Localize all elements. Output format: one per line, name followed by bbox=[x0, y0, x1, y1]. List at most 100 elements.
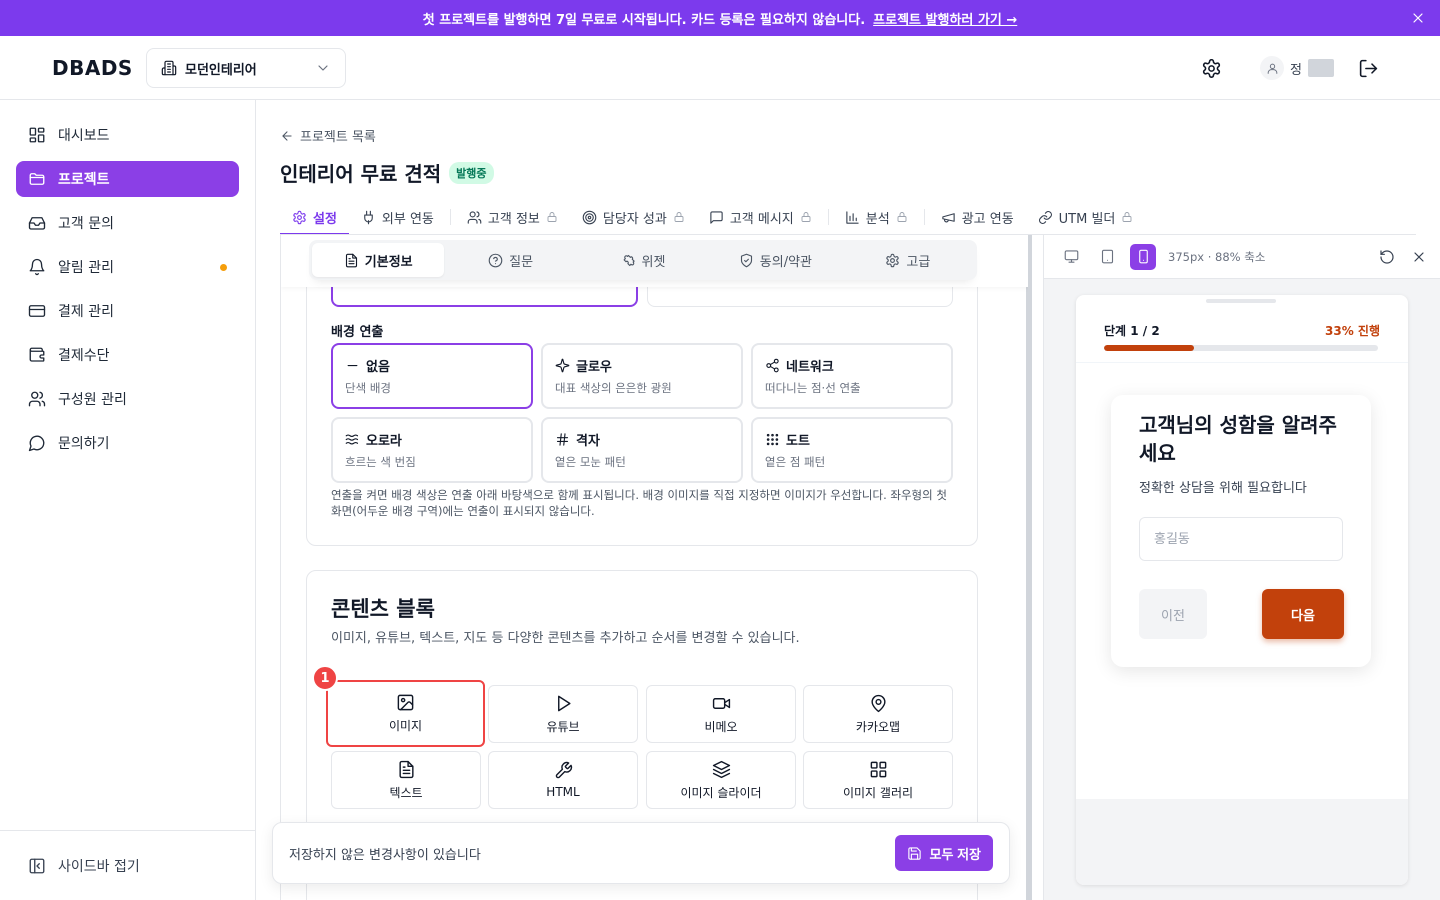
tab-performance[interactable]: 담당자 성과 bbox=[570, 200, 697, 234]
network-icon bbox=[765, 358, 780, 373]
bg-option-glow[interactable]: 글로우 대표 색상의 은은한 광원 bbox=[541, 343, 743, 409]
option-desc: 흐르는 색 번짐 bbox=[345, 455, 416, 469]
add-text-block-button[interactable]: 텍스트 bbox=[331, 751, 481, 809]
puzzle-icon bbox=[621, 253, 636, 268]
refresh-icon[interactable] bbox=[1379, 249, 1395, 265]
add-image-slider-block-button[interactable]: 이미지 슬라이더 bbox=[646, 751, 796, 809]
page-title: 인테리어 무료 견적 bbox=[280, 162, 442, 186]
subtab-widget[interactable]: 위젯 bbox=[577, 243, 709, 277]
sidebar-item-payment-methods[interactable]: 결제수단 bbox=[16, 337, 239, 373]
close-icon[interactable] bbox=[1410, 10, 1426, 26]
option-desc: 대표 색상의 은은한 광원 bbox=[555, 381, 672, 395]
unsaved-changes-bar: 저장하지 않은 변경사항이 있습니다 모두 저장 bbox=[272, 822, 1010, 884]
page-header: 인테리어 무료 견적 발행중 bbox=[280, 158, 494, 187]
sparkle-icon bbox=[555, 358, 570, 373]
sidebar-item-label: 문의하기 bbox=[58, 436, 110, 452]
grid-icon bbox=[869, 760, 888, 779]
bg-option-network[interactable]: 네트워크 떠다니는 점·선 연출 bbox=[751, 343, 953, 409]
preview-tools bbox=[1379, 249, 1427, 265]
lock-icon bbox=[546, 211, 558, 223]
subtab-basic-info[interactable]: 기본정보 bbox=[312, 243, 445, 277]
save-icon bbox=[907, 846, 922, 861]
back-link[interactable]: 프로젝트 목록 bbox=[280, 126, 376, 145]
sidebar-item-contact[interactable]: 문의하기 bbox=[16, 425, 239, 461]
question-card: 고객님의 성함을 알려주세요 정확한 상담을 위해 필요합니다 이전 다음 bbox=[1111, 395, 1371, 667]
subtab-label: 질문 bbox=[509, 254, 534, 270]
bg-option-dots[interactable]: 도트 옅은 점 패턴 bbox=[751, 417, 953, 483]
sidebar-item-dashboard[interactable]: 대시보드 bbox=[16, 117, 239, 153]
logout-icon[interactable] bbox=[1358, 58, 1379, 79]
next-button[interactable]: 다음 bbox=[1262, 589, 1344, 639]
subtab-advanced[interactable]: 고급 bbox=[842, 243, 974, 277]
tab-ads[interactable]: 광고 연동 bbox=[929, 200, 1026, 234]
sidebar-collapse-button[interactable]: 사이드바 접기 bbox=[0, 830, 256, 900]
option-title: 도트 bbox=[786, 434, 810, 449]
subtab-consent[interactable]: 동의/약관 bbox=[709, 243, 841, 277]
user-name-redacted bbox=[1307, 59, 1334, 77]
tab-customers[interactable]: 고객 정보 bbox=[455, 200, 570, 234]
tab-integrations[interactable]: 외부 연동 bbox=[349, 200, 446, 234]
lock-icon bbox=[1121, 211, 1133, 223]
video-icon bbox=[712, 694, 731, 713]
settings-editor[interactable]: 기본정보 질문 위젯 동의/약관 고급 배경 연출 없음 단색 배경 글로우 대… bbox=[280, 235, 1028, 900]
device-tablet-button[interactable] bbox=[1094, 244, 1120, 270]
option-title: 오로라 bbox=[366, 434, 402, 449]
prev-button[interactable]: 이전 bbox=[1139, 589, 1207, 639]
map-pin-icon bbox=[869, 694, 888, 713]
notification-dot bbox=[220, 263, 227, 271]
editor-scrollbar[interactable] bbox=[1026, 235, 1032, 900]
sidebar-item-members[interactable]: 구성원 관리 bbox=[16, 381, 239, 417]
sidebar-item-inquiries[interactable]: 고객 문의 bbox=[16, 205, 239, 241]
user-menu[interactable]: 정 bbox=[1260, 56, 1334, 80]
add-image-block-button[interactable]: 이미지 bbox=[326, 680, 485, 747]
subtab-questions[interactable]: 질문 bbox=[444, 243, 576, 277]
users-icon bbox=[28, 390, 46, 408]
card-icon bbox=[28, 302, 46, 320]
question-desc: 정확한 상담을 위해 필요합니다 bbox=[1139, 481, 1307, 496]
add-vimeo-block-button[interactable]: 비메오 bbox=[646, 685, 796, 743]
device-mobile-button[interactable] bbox=[1130, 243, 1156, 270]
save-all-button[interactable]: 모두 저장 bbox=[894, 835, 993, 871]
add-html-block-button[interactable]: HTML bbox=[488, 751, 638, 809]
chat-icon bbox=[28, 434, 46, 452]
block-label: 비메오 bbox=[704, 719, 738, 734]
tab-divider bbox=[827, 209, 829, 225]
tab-messages[interactable]: 고객 메시지 bbox=[697, 200, 824, 234]
tab-analytics[interactable]: 분석 bbox=[833, 200, 920, 234]
tab-utm-builder[interactable]: UTM 빌더 bbox=[1026, 200, 1146, 234]
tab-divider bbox=[449, 209, 451, 225]
question-title: 고객님의 성함을 알려주세요 bbox=[1139, 413, 1337, 465]
banner-text: 첫 프로젝트를 발행하면 7일 무료로 시작됩니다. 카드 등록은 필요하지 않… bbox=[422, 12, 866, 28]
lock-icon bbox=[800, 211, 812, 223]
users-icon bbox=[467, 210, 482, 225]
bg-option-grid[interactable]: 격자 옅은 모눈 패턴 bbox=[541, 417, 743, 483]
add-image-gallery-block-button[interactable]: 이미지 갤러리 bbox=[803, 751, 953, 809]
sidebar-item-notifications[interactable]: 알림 관리 bbox=[16, 249, 239, 285]
workspace-selector[interactable]: 모던인테리어 bbox=[146, 48, 346, 88]
device-desktop-button[interactable] bbox=[1058, 244, 1084, 270]
bg-option-none[interactable]: 없음 단색 배경 bbox=[331, 343, 533, 409]
gear-icon[interactable] bbox=[1201, 58, 1222, 79]
project-tabs: 설정 외부 연동 고객 정보 담당자 성과 고객 메시지 분석 광고 연동 UT… bbox=[280, 200, 1416, 235]
logo[interactable]: DBADS bbox=[52, 56, 133, 80]
option-desc: 옅은 점 패턴 bbox=[765, 455, 826, 469]
bg-option-aurora[interactable]: 오로라 흐르는 색 번짐 bbox=[331, 417, 533, 483]
name-input[interactable] bbox=[1139, 517, 1343, 561]
sidebar-item-projects[interactable]: 프로젝트 bbox=[16, 161, 239, 197]
option-desc: 단색 배경 bbox=[345, 381, 391, 395]
banner-link[interactable]: 프로젝트 발행하러 가기 → bbox=[873, 9, 1017, 28]
megaphone-icon bbox=[941, 210, 956, 225]
close-icon[interactable] bbox=[1411, 249, 1427, 265]
help-circle-icon bbox=[488, 253, 503, 268]
block-label: 이미지 슬라이더 bbox=[680, 785, 762, 800]
wrench-icon bbox=[554, 761, 573, 780]
add-youtube-block-button[interactable]: 유튜브 bbox=[488, 685, 638, 743]
sidebar-item-label: 고객 문의 bbox=[58, 216, 114, 232]
building-icon bbox=[161, 60, 177, 76]
tab-settings[interactable]: 설정 bbox=[280, 200, 349, 235]
sidebar-item-billing[interactable]: 결제 관리 bbox=[16, 293, 239, 329]
content-blocks-desc: 이미지, 유튜브, 텍스트, 지도 등 다양한 콘텐츠를 추가하고 순서를 변경… bbox=[331, 631, 800, 646]
add-kakaomap-block-button[interactable]: 카카오맵 bbox=[803, 685, 953, 743]
sidebar-item-label: 결제 관리 bbox=[58, 304, 114, 320]
bar-chart-icon bbox=[845, 210, 860, 225]
